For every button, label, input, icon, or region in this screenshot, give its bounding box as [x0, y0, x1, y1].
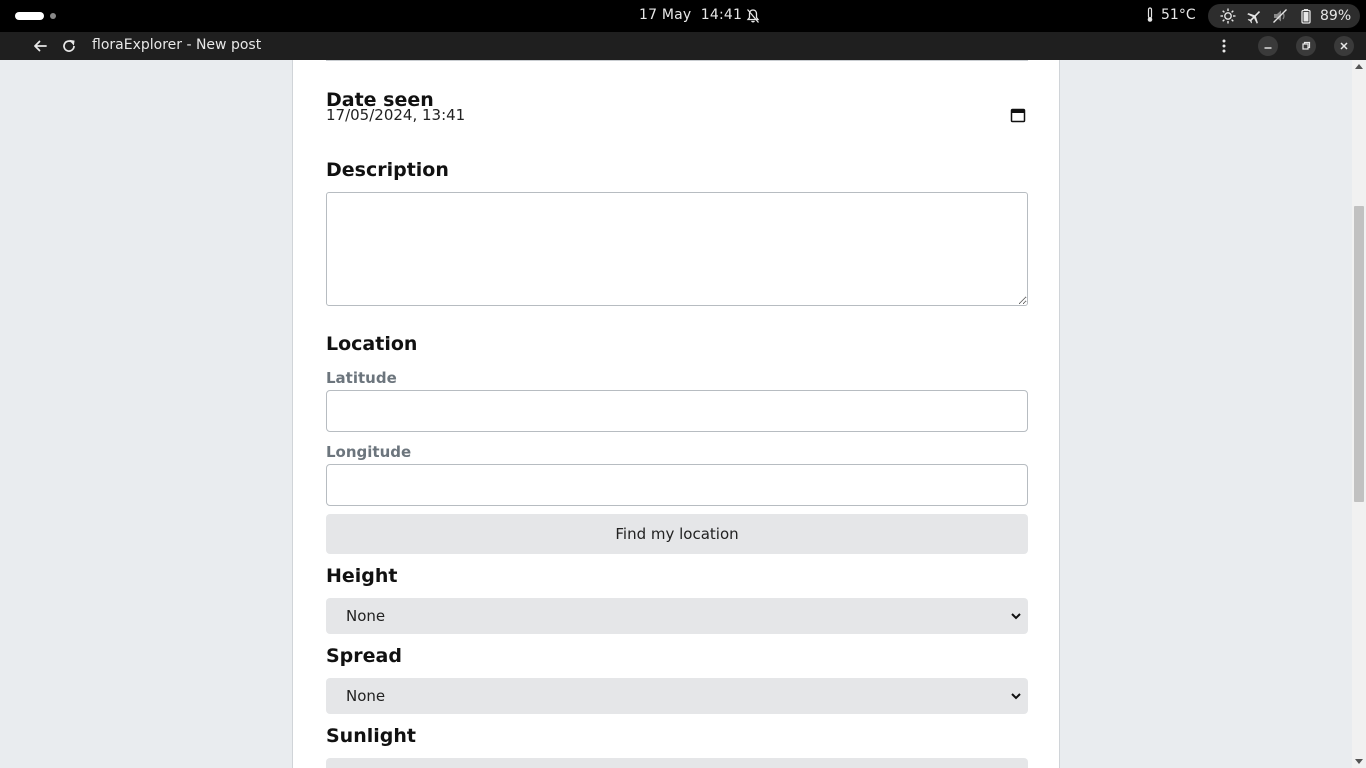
longitude-label: Longitude [326, 443, 412, 461]
sunlight-heading: Sunlight [326, 725, 416, 747]
battery-percentage: 89% [1320, 8, 1352, 24]
notifications-off-icon [746, 9, 760, 23]
cpu-temperature: 51°C [1145, 7, 1196, 23]
clock-date: 17 May [639, 7, 692, 23]
kebab-menu-icon[interactable] [1216, 38, 1232, 54]
close-icon [1340, 42, 1348, 50]
location-heading: Location [326, 333, 418, 355]
restore-icon [1302, 41, 1311, 50]
scroll-down-arrow-icon[interactable] [1355, 759, 1363, 764]
window-title: floraExplorer - New post [92, 37, 262, 53]
spread-select[interactable]: None [326, 678, 1028, 714]
volume-muted-icon [1273, 9, 1287, 23]
scroll-up-arrow-icon[interactable] [1355, 64, 1363, 69]
minimize-button[interactable] [1258, 36, 1278, 56]
chevron-down-icon [1011, 693, 1021, 700]
reload-icon[interactable] [61, 38, 77, 54]
height-heading: Height [326, 565, 398, 587]
latitude-label: Latitude [326, 369, 397, 387]
spread-heading: Spread [326, 645, 402, 667]
sunlight-select[interactable] [326, 758, 1028, 768]
latitude-input[interactable] [326, 390, 1028, 432]
height-selected-value: None [346, 607, 386, 625]
date-seen-value: 17/05/2024, 13:41 [326, 106, 466, 124]
back-arrow-icon[interactable] [32, 38, 48, 54]
scrollbar-thumb[interactable] [1354, 206, 1364, 502]
clock[interactable]: 17 May 14:41 [639, 7, 742, 23]
longitude-input[interactable] [326, 464, 1028, 506]
find-my-location-button[interactable]: Find my location [326, 514, 1028, 554]
page-viewport: Date seen 17/05/2024, 13:41 Description … [0, 60, 1352, 768]
battery-icon [1301, 9, 1311, 24]
system-top-bar: 17 May 14:41 51°C 89% [0, 0, 1366, 32]
brightness-icon [1220, 8, 1236, 24]
previous-field-bottom-border [326, 60, 1028, 61]
height-select[interactable]: None [326, 598, 1028, 634]
date-seen-input[interactable]: 17/05/2024, 13:41 [326, 106, 1028, 128]
airplane-mode-icon [1247, 11, 1261, 24]
calendar-icon[interactable] [1010, 107, 1026, 123]
page-scrollbar[interactable] [1352, 60, 1366, 768]
chevron-down-icon [1011, 613, 1021, 620]
workspace-indicator-inactive[interactable] [50, 13, 56, 19]
close-button[interactable] [1334, 36, 1354, 56]
minimize-icon [1264, 47, 1272, 49]
description-textarea[interactable] [326, 192, 1028, 306]
new-post-form: Date seen 17/05/2024, 13:41 Description … [292, 60, 1060, 768]
restore-button[interactable] [1296, 36, 1316, 56]
spread-selected-value: None [346, 687, 386, 705]
quick-settings-tray[interactable]: 89% [1208, 4, 1360, 28]
temperature-value: 51°C [1161, 7, 1196, 23]
description-heading: Description [326, 159, 449, 181]
app-title-bar: floraExplorer - New post [0, 32, 1366, 60]
thermometer-icon [1147, 7, 1153, 22]
workspace-indicator-active[interactable] [15, 12, 44, 20]
clock-time: 14:41 [700, 7, 743, 23]
